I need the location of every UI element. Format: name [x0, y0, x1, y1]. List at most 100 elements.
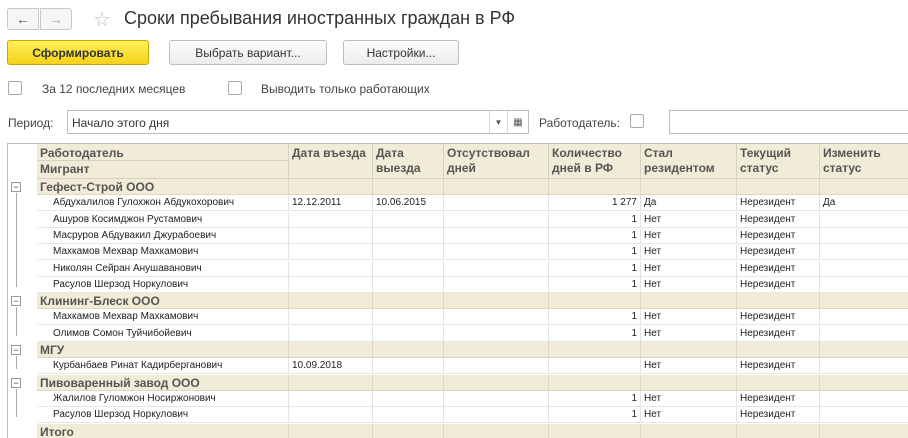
header-employer-migrant: Работодатель Мигрант	[37, 144, 289, 179]
choose-variant-button[interactable]: Выбрать вариант...	[169, 40, 327, 65]
group-cell	[641, 342, 737, 358]
table-row[interactable]: Расулов Шерзод Норкулович 1 Нет Нерезидент	[37, 407, 908, 424]
only-working-checkbox[interactable]	[228, 81, 242, 95]
group-cell	[549, 342, 641, 358]
total-cell	[444, 423, 549, 438]
cell-exit	[373, 390, 444, 407]
group-row[interactable]: Клининг-Блеск ООО	[37, 293, 908, 310]
group-cell	[737, 374, 820, 391]
table-row[interactable]: Расулов Шерзод Норкулович 1 Нет Нерезидент	[37, 276, 908, 293]
cell-resident: Нет	[641, 227, 737, 244]
cell-change	[820, 261, 908, 277]
group-cell	[289, 293, 373, 310]
cell-resident: Нет	[641, 390, 737, 407]
group-cell	[444, 179, 549, 195]
cell-exit	[373, 260, 444, 277]
employer-checkbox[interactable]	[630, 114, 644, 128]
cell-days	[549, 358, 641, 375]
table-row[interactable]: Махкамов Мехвар Махкамович 1 Нет Нерезидент	[37, 309, 908, 326]
calendar-icon[interactable]: ▦	[507, 111, 528, 133]
table-row[interactable]: Ашуров Косимджон Рустамович 1 Нет Нерезиден…	[37, 211, 908, 228]
cell-change	[820, 212, 908, 228]
table-row[interactable]: Масруров Абдувакил Джурабоевич 1 Нет Нерези…	[37, 227, 908, 244]
cell-days: 1	[549, 407, 641, 424]
cell-name: Масруров Абдувакил Джурабоевич	[37, 227, 289, 244]
header-exit-date: Дата выезда	[373, 144, 444, 179]
cell-absent	[444, 325, 549, 342]
generate-button[interactable]: Сформировать	[7, 40, 149, 65]
group-cell	[289, 179, 373, 195]
cell-name: Расулов Шерзод Норкулович	[37, 276, 289, 293]
collapse-toggle-icon[interactable]: −	[11, 377, 21, 388]
cell-absent	[444, 244, 549, 261]
cell-exit	[373, 325, 444, 342]
period-field[interactable]: Начало этого дня ▼ ▦	[67, 110, 529, 134]
cell-status: Нерезидент	[737, 244, 820, 261]
forward-arrow-icon[interactable]: →	[40, 8, 72, 30]
employer-field[interactable]	[669, 110, 908, 134]
collapse-toggle-icon[interactable]: −	[11, 296, 21, 307]
cell-status: Нерезидент	[737, 390, 820, 407]
cell-change	[820, 326, 908, 342]
table-row[interactable]: Махкамов Мехвар Махкамович 1 Нет Нерезидент	[37, 244, 908, 261]
cell-change	[820, 309, 908, 326]
table-row[interactable]: Николян Сейран Анушаванович 1 Нет Нерезиден…	[37, 260, 908, 277]
table-row[interactable]: Олимов Сомон Туйчибойевич 1 Нет Нерезидент	[37, 325, 908, 342]
favorite-star-icon[interactable]: ☆	[93, 7, 111, 32]
group-name-cell: Гефест-Строй ООО	[37, 179, 289, 195]
cell-days: 1	[549, 276, 641, 293]
total-label: Итого	[37, 423, 289, 438]
cell-change	[820, 244, 908, 261]
cell-change	[820, 228, 908, 244]
last12-months-checkbox[interactable]	[8, 81, 22, 95]
settings-button[interactable]: Настройки...	[343, 40, 459, 65]
table-row[interactable]: Курбанбаев Ринат Кадирберганович 10.09.20…	[37, 358, 908, 375]
cell-days: 1	[549, 390, 641, 407]
group-cell	[549, 293, 641, 310]
total-row: Итого	[37, 423, 908, 438]
total-cell	[737, 423, 820, 438]
group-row[interactable]: Гефест-Строй ООО	[37, 179, 908, 195]
total-cell	[549, 423, 641, 438]
cell-exit	[373, 227, 444, 244]
cell-name: Расулов Шерзод Норкулович	[37, 407, 289, 424]
collapse-toggle-icon[interactable]: −	[11, 345, 21, 355]
cell-absent	[444, 211, 549, 228]
cell-exit	[373, 407, 444, 424]
group-row[interactable]: МГУ	[37, 342, 908, 358]
table-row[interactable]: Жалилов Гуломжон Носиржонович 1 Нет Нерезид…	[37, 390, 908, 407]
cell-days: 1 277	[549, 195, 641, 212]
only-working-label: Выводить только работающих	[261, 82, 430, 96]
cell-change: Да	[820, 195, 908, 212]
group-cell	[641, 179, 737, 195]
tree-line	[16, 193, 17, 288]
cell-status: Нерезидент	[737, 325, 820, 342]
cell-status: Нерезидент	[737, 227, 820, 244]
group-cell	[444, 293, 549, 310]
group-row[interactable]: Пивоваренный завод ООО	[37, 374, 908, 391]
tree-line	[16, 307, 17, 336]
back-arrow-icon[interactable]: ←	[7, 8, 39, 30]
cell-absent	[444, 358, 549, 375]
dropdown-arrow-icon[interactable]: ▼	[489, 111, 507, 133]
cell-resident: Нет	[641, 309, 737, 326]
period-label: Период:	[8, 116, 54, 130]
collapse-toggle-icon[interactable]: −	[11, 182, 21, 192]
cell-name: Жалилов Гуломжон Носиржонович	[37, 390, 289, 407]
group-cell	[289, 342, 373, 358]
cell-resident: Нет	[641, 358, 737, 375]
cell-name: Николян Сейран Анушаванович	[37, 260, 289, 277]
cell-name: Ашуров Косимджон Рустамович	[37, 211, 289, 228]
table-row[interactable]: Абдухалилов Гулохжон Абдукохорович 12.12.…	[37, 195, 908, 212]
cell-days: 1	[549, 211, 641, 228]
group-cell	[820, 179, 908, 195]
cell-entry	[289, 407, 373, 424]
group-cell	[549, 179, 641, 195]
group-name-cell: Клининг-Блеск ООО	[37, 293, 289, 310]
cell-days: 1	[549, 325, 641, 342]
employer-label: Работодатель:	[539, 116, 620, 130]
group-cell	[737, 179, 820, 195]
total-cell	[820, 423, 908, 438]
header-entry-date: Дата въезда	[289, 144, 373, 179]
cell-exit: 10.06.2015	[373, 195, 444, 212]
